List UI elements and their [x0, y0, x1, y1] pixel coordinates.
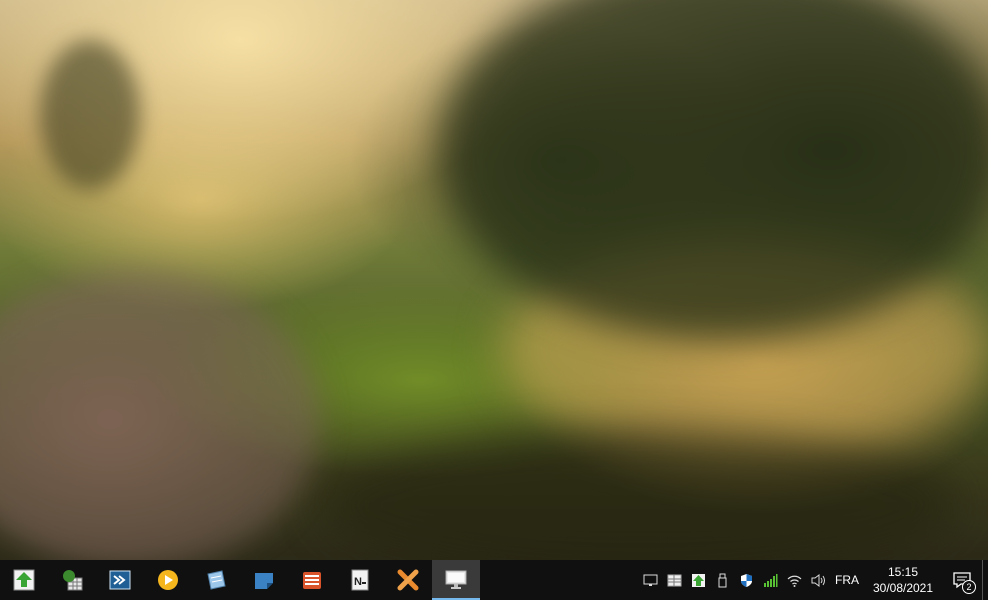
tray-wifi[interactable]	[782, 560, 806, 600]
usb-tray-icon	[718, 573, 726, 587]
taskbar-app-documents[interactable]	[288, 560, 336, 600]
show-desktop-button[interactable]	[982, 560, 988, 600]
clock-time: 15:15	[887, 565, 919, 579]
svg-text:N: N	[354, 576, 362, 588]
tray-signal[interactable]	[758, 560, 782, 600]
wallpaper-small-tree	[40, 40, 140, 190]
update-tray-icon	[691, 573, 705, 587]
taskbar-app-green-arrow[interactable]	[0, 560, 48, 600]
taskbar-app-spreadsheet[interactable]	[48, 560, 96, 600]
wallpaper-tree	[440, 0, 988, 340]
grid-tray-icon	[667, 574, 681, 586]
sticky-note-icon	[255, 573, 273, 589]
green-up-arrow-icon	[13, 569, 35, 591]
system-tray: FRA 15:15 30/08/2021 2	[638, 560, 988, 600]
taskbar-app-media-player[interactable]	[144, 560, 192, 600]
taskbar-app-terminal[interactable]	[96, 560, 144, 600]
wallpaper-shadow	[320, 430, 960, 560]
taskbar-clock[interactable]: 15:15 30/08/2021	[864, 560, 942, 600]
display-tray-icon	[643, 574, 657, 586]
tray-display[interactable]	[638, 560, 662, 600]
tray-volume[interactable]	[806, 560, 830, 600]
shield-tray-icon	[740, 573, 752, 587]
taskbar-app-tools[interactable]	[384, 560, 432, 600]
stacked-documents-icon	[303, 572, 321, 589]
tray-update[interactable]	[686, 560, 710, 600]
volume-tray-icon	[811, 573, 825, 587]
tree-spreadsheet-icon	[63, 570, 83, 591]
notification-center-button[interactable]: 2	[942, 560, 982, 600]
desktop-wallpaper[interactable]	[0, 0, 988, 560]
wifi-tray-icon	[787, 575, 801, 587]
notification-count-badge: 2	[962, 580, 976, 594]
tray-grid[interactable]	[662, 560, 686, 600]
taskbar-app-notepad-pen[interactable]	[192, 560, 240, 600]
media-player-icon	[158, 570, 178, 590]
clock-date: 30/08/2021	[872, 581, 934, 595]
signal-bars-tray-icon	[763, 573, 777, 587]
input-language[interactable]: FRA	[830, 560, 864, 600]
notepad-n-icon: N	[351, 569, 369, 591]
monitor-app-icon	[445, 570, 467, 589]
wallpaper-path	[0, 270, 320, 560]
taskbar-app-notepad-n[interactable]: N	[336, 560, 384, 600]
notepad-pen-icon	[207, 570, 226, 590]
tray-shield[interactable]	[734, 560, 758, 600]
tools-cross-icon	[397, 569, 419, 591]
taskbar: N FRA 15:15 30/08/2021 2	[0, 560, 988, 600]
tray-usb[interactable]	[710, 560, 734, 600]
taskbar-app-sticky-note[interactable]	[240, 560, 288, 600]
taskbar-app-monitor[interactable]	[432, 560, 480, 600]
terminal-app-icon	[109, 570, 131, 590]
